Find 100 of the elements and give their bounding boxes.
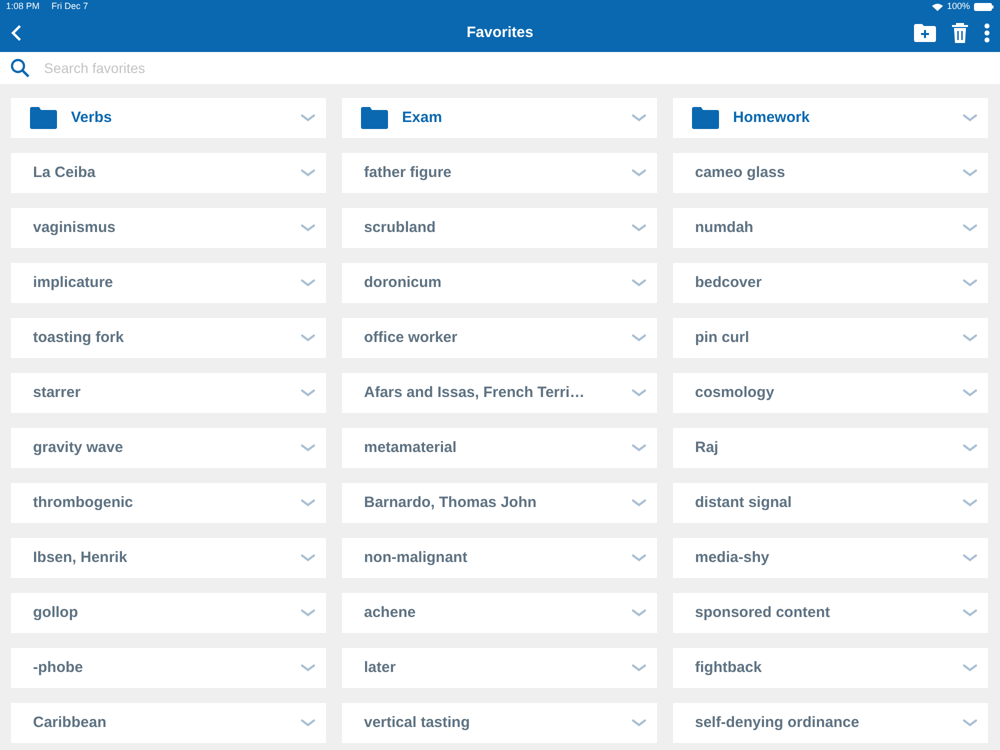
- favorite-word: non-malignant: [364, 548, 468, 568]
- favorite-row[interactable]: office worker: [342, 318, 657, 358]
- favorite-row[interactable]: Ibsen, Henrik: [11, 538, 326, 578]
- chevron-down-icon: [301, 444, 315, 452]
- favorite-row[interactable]: starrer: [11, 373, 326, 413]
- favorite-row[interactable]: gollop: [11, 593, 326, 633]
- folder-icon: [30, 107, 57, 129]
- folder-icon: [692, 107, 719, 129]
- chevron-down-icon: [301, 609, 315, 617]
- search-bar[interactable]: Search favorites: [0, 52, 1000, 84]
- chevron-down-icon: [301, 114, 315, 122]
- favorite-word: thrombogenic: [33, 492, 134, 513]
- favorite-row[interactable]: Barnardo, Thomas John: [342, 483, 657, 523]
- favorite-row[interactable]: cameo glass: [673, 153, 988, 193]
- back-button[interactable]: [10, 23, 24, 43]
- folder-name: Exam: [402, 108, 444, 128]
- favorite-word: self-denying ordinance: [695, 712, 860, 733]
- chevron-down-icon: [963, 279, 977, 287]
- favorite-row[interactable]: distant signal: [673, 483, 988, 523]
- favorite-row[interactable]: -phobe: [11, 648, 326, 688]
- favorite-word: cameo glass: [695, 162, 786, 183]
- chevron-down-icon: [963, 554, 977, 562]
- chevron-down-icon: [301, 554, 315, 562]
- chevron-down-icon: [632, 169, 646, 177]
- favorite-row[interactable]: scrubland: [342, 208, 657, 248]
- favorite-word: pin curl: [695, 328, 750, 348]
- favorite-row[interactable]: fightback: [673, 648, 988, 688]
- chevron-down-icon: [632, 719, 646, 727]
- favorite-word: metamaterial: [364, 438, 458, 458]
- favorite-row[interactable]: vaginismus: [11, 208, 326, 248]
- favorite-word: vaginismus: [33, 218, 117, 238]
- chevron-down-icon: [632, 279, 646, 287]
- favorite-row[interactable]: Afars and Issas, French Terri…: [342, 373, 657, 413]
- delete-button[interactable]: [952, 23, 968, 43]
- favorite-word: vertical tasting: [364, 712, 471, 733]
- favorite-word: starrer: [33, 382, 82, 403]
- favorite-word: later: [364, 658, 397, 678]
- chevron-down-icon: [632, 444, 646, 452]
- favorite-row[interactable]: Raj: [673, 428, 988, 468]
- favorite-row[interactable]: later: [342, 648, 657, 688]
- favorite-row[interactable]: implicature: [11, 263, 326, 303]
- favorite-word: office worker: [364, 328, 458, 348]
- chevron-down-icon: [963, 334, 977, 342]
- favorite-row[interactable]: thrombogenic: [11, 483, 326, 523]
- chevron-down-icon: [301, 279, 315, 287]
- search-field[interactable]: Search favorites: [44, 58, 990, 78]
- folder-name: Verbs: [71, 108, 113, 128]
- folder-row[interactable]: Homework: [673, 98, 988, 138]
- favorite-word: Barnardo, Thomas John: [364, 492, 538, 513]
- favorite-row[interactable]: father figure: [342, 153, 657, 193]
- favorite-row[interactable]: achene: [342, 593, 657, 633]
- favorite-row[interactable]: non-malignant: [342, 538, 657, 578]
- chevron-down-icon: [963, 609, 977, 617]
- chevron-down-icon: [963, 499, 977, 507]
- favorite-row[interactable]: vertical tasting: [342, 703, 657, 743]
- favorite-word: achene: [364, 602, 417, 623]
- favorite-row[interactable]: doronicum: [342, 263, 657, 303]
- chevron-down-icon: [301, 169, 315, 177]
- chevron-down-icon: [632, 609, 646, 617]
- chevron-down-icon: [963, 444, 977, 452]
- favorite-row[interactable]: gravity wave: [11, 428, 326, 468]
- favorite-word: -phobe: [33, 658, 84, 678]
- favorite-row[interactable]: sponsored content: [673, 593, 988, 633]
- chevron-down-icon: [963, 719, 977, 727]
- favorite-word: sponsored content: [695, 602, 832, 623]
- favorite-word: Ibsen, Henrik: [33, 548, 128, 568]
- new-folder-button[interactable]: [914, 24, 936, 42]
- favorite-row[interactable]: La Ceiba: [11, 153, 326, 193]
- favorite-row[interactable]: cosmology: [673, 373, 988, 413]
- favorite-row[interactable]: media-shy: [673, 538, 988, 578]
- favorite-row[interactable]: self-denying ordinance: [673, 703, 988, 743]
- folder-row[interactable]: Verbs: [11, 98, 326, 138]
- favorite-row[interactable]: Caribbean: [11, 703, 326, 743]
- chevron-down-icon: [632, 499, 646, 507]
- favorite-word: bedcover: [695, 272, 763, 293]
- favorite-row[interactable]: metamaterial: [342, 428, 657, 468]
- page-title: Favorites: [466, 22, 534, 43]
- favorite-row[interactable]: toasting fork: [11, 318, 326, 358]
- favorite-word: father figure: [364, 162, 453, 183]
- favorite-word: media-shy: [695, 548, 770, 568]
- favorite-word: scrubland: [364, 218, 437, 238]
- favorite-row[interactable]: numdah: [673, 208, 988, 248]
- folder-name: Homework: [733, 108, 811, 128]
- favorite-row[interactable]: pin curl: [673, 318, 988, 358]
- chevron-down-icon: [301, 664, 315, 672]
- chevron-down-icon: [632, 334, 646, 342]
- favorite-word: gravity wave: [33, 438, 124, 458]
- favorite-word: implicature: [33, 272, 114, 293]
- chevron-down-icon: [632, 114, 646, 122]
- search-icon: [10, 58, 30, 78]
- status-time: 1:08 PM: [6, 0, 40, 14]
- favorite-word: Afars and Issas, French Terri…: [364, 382, 586, 403]
- favorite-word: La Ceiba: [33, 162, 97, 183]
- chevron-down-icon: [632, 554, 646, 562]
- favorite-row[interactable]: bedcover: [673, 263, 988, 303]
- more-button[interactable]: [984, 23, 990, 43]
- folder-row[interactable]: Exam: [342, 98, 657, 138]
- chevron-down-icon: [301, 719, 315, 727]
- favorite-word: Raj: [695, 438, 720, 458]
- chevron-down-icon: [301, 389, 315, 397]
